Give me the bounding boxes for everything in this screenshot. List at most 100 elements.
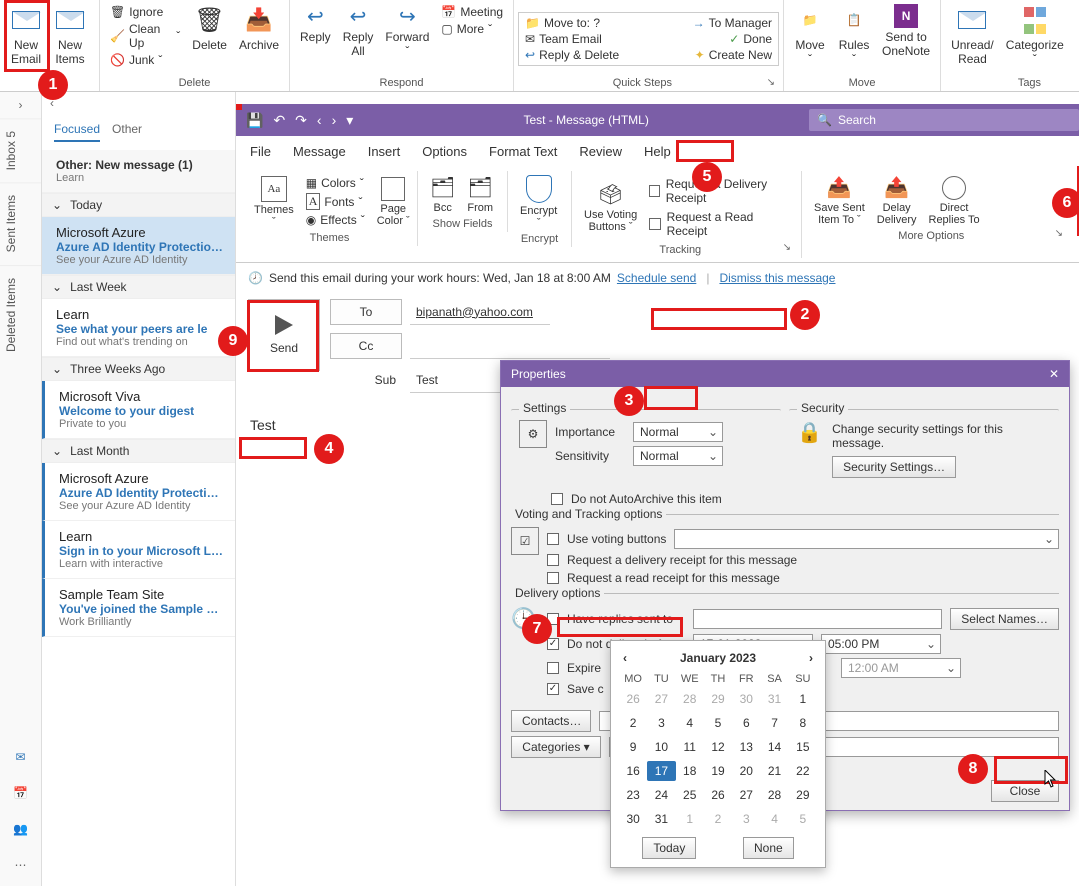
followup-button[interactable]: ⚑Fo: [1070, 2, 1079, 54]
compose-tab-review[interactable]: Review: [577, 142, 624, 161]
themes-button[interactable]: AaThemes ˇ: [248, 174, 300, 230]
encrypt-button[interactable]: Encrypt ˇ: [514, 173, 563, 231]
section-header[interactable]: Today: [42, 193, 235, 217]
moveto-quickstep[interactable]: 📁Move to: ?: [521, 15, 604, 31]
cal-day[interactable]: 26: [619, 689, 647, 709]
cal-day[interactable]: 5: [789, 809, 817, 829]
cal-day[interactable]: 2: [704, 809, 732, 829]
cal-day[interactable]: 17: [647, 761, 675, 781]
expires-time[interactable]: 12:00 AM: [841, 658, 961, 678]
cal-today-button[interactable]: Today: [642, 837, 696, 859]
cal-day[interactable]: 11: [676, 737, 704, 757]
cal-day[interactable]: 28: [676, 689, 704, 709]
cal-day[interactable]: 24: [647, 785, 675, 805]
cal-day[interactable]: 27: [732, 785, 760, 805]
archive-button[interactable]: 📥Archive: [233, 2, 285, 54]
properties-close-icon[interactable]: ✕: [1049, 367, 1059, 381]
request-delivery-checkbox[interactable]: Request a Delivery Receipt: [645, 175, 793, 207]
select-names-button[interactable]: Select Names…: [950, 608, 1059, 630]
cal-day[interactable]: 5: [704, 713, 732, 733]
replydelete-quickstep[interactable]: ↩Reply & Delete: [521, 47, 623, 63]
new-items-button[interactable]: New Items: [48, 2, 92, 68]
send-button[interactable]: Send: [248, 299, 320, 371]
move-button[interactable]: 📁Move ˇ: [788, 2, 832, 68]
not-before-checkbox[interactable]: [547, 638, 559, 650]
page-color-button[interactable]: Page Color ˇ: [371, 175, 416, 229]
cal-day[interactable]: 26: [704, 785, 732, 805]
mail-item[interactable]: Microsoft VivaWelcome to your digestPriv…: [42, 381, 235, 439]
undo-icon[interactable]: ↶: [273, 112, 285, 129]
mail-item[interactable]: LearnSee what your peers are leFind out …: [42, 299, 235, 357]
cal-day[interactable]: 29: [704, 689, 732, 709]
other-banner[interactable]: Other: New message (1) Learn: [42, 150, 235, 193]
ignore-button[interactable]: 🗑Ignore: [106, 4, 184, 20]
importance-dropdown[interactable]: Normal: [633, 422, 723, 442]
request-read-checkbox[interactable]: Request a Read Receipt: [645, 208, 793, 240]
cal-day[interactable]: 3: [647, 713, 675, 733]
cal-day[interactable]: 28: [760, 785, 788, 805]
schedule-send-link[interactable]: Schedule send: [617, 271, 696, 285]
expand-rail-button[interactable]: ›: [0, 92, 41, 118]
dismiss-link[interactable]: Dismiss this message: [719, 271, 835, 285]
not-before-time[interactable]: 05:00 PM: [821, 634, 941, 654]
mail-nav-icon[interactable]: ✉: [11, 748, 31, 766]
autoarchive-checkbox[interactable]: [551, 493, 563, 505]
mail-item[interactable]: Sample Team SiteYou've joined the Sample…: [42, 579, 235, 637]
compose-tab-insert[interactable]: Insert: [366, 142, 403, 161]
colors-button[interactable]: ▦Colorsˇ: [302, 175, 369, 191]
delay-delivery-button[interactable]: 📤Delay Delivery: [871, 173, 923, 228]
delivery-receipt-checkbox[interactable]: [547, 554, 559, 566]
cal-day[interactable]: 25: [676, 785, 704, 805]
categories-button[interactable]: Categories ▾: [511, 736, 601, 758]
cal-day[interactable]: 31: [760, 689, 788, 709]
save-copy-checkbox[interactable]: [547, 683, 559, 695]
compose-tab-format-text[interactable]: Format Text: [487, 142, 559, 161]
delete-button[interactable]: 🗑Delete: [186, 2, 233, 54]
qat-prev-icon[interactable]: ‹: [317, 112, 322, 128]
cal-prev-button[interactable]: ‹: [623, 651, 627, 665]
close-button[interactable]: Close: [991, 780, 1059, 802]
cal-day[interactable]: 27: [647, 689, 675, 709]
cal-day[interactable]: 31: [647, 809, 675, 829]
createnew-quickstep[interactable]: ✦Create New: [691, 47, 776, 63]
cal-day[interactable]: 13: [732, 737, 760, 757]
quicksteps-launcher-icon[interactable]: ↘: [767, 77, 779, 88]
cal-day[interactable]: 29: [789, 785, 817, 805]
compose-tab-help[interactable]: Help: [642, 142, 673, 161]
focused-tab[interactable]: Focused: [54, 122, 100, 142]
cal-day[interactable]: 7: [760, 713, 788, 733]
effects-button[interactable]: ◉Effectsˇ: [302, 212, 369, 228]
voting-button[interactable]: 🗳Use Voting Buttons ˇ: [578, 180, 643, 235]
cal-day[interactable]: 21: [760, 761, 788, 781]
rail-inbox-tab[interactable]: Inbox 5: [0, 118, 41, 182]
save-sent-to-button[interactable]: 📤Save Sent Item To ˇ: [808, 173, 871, 228]
bcc-button[interactable]: 🗂Bcc: [424, 173, 461, 216]
compose-tab-message[interactable]: Message: [291, 142, 348, 161]
reply-all-button[interactable]: ↩Reply All: [337, 2, 380, 60]
from-button[interactable]: 🗂From: [461, 173, 499, 216]
meeting-button[interactable]: 📅Meeting: [437, 4, 507, 20]
read-receipt-checkbox[interactable]: [547, 572, 559, 584]
contacts-button[interactable]: Contacts…: [511, 710, 591, 732]
sensitivity-dropdown[interactable]: Normal: [633, 446, 723, 466]
cal-day[interactable]: 1: [789, 689, 817, 709]
mail-item[interactable]: LearnSign in to your Microsoft L…Learn w…: [42, 521, 235, 579]
cc-button[interactable]: Cc: [330, 333, 402, 359]
cal-none-button[interactable]: None: [743, 837, 794, 859]
cal-day[interactable]: 22: [789, 761, 817, 781]
categorize-button[interactable]: Categorize ˇ: [1000, 2, 1070, 68]
compose-searchbox[interactable]: 🔍 Search: [809, 109, 1079, 131]
cal-day[interactable]: 4: [760, 809, 788, 829]
cleanup-button[interactable]: 🧹Clean Upˇ: [106, 21, 184, 51]
rail-sent-tab[interactable]: Sent Items: [0, 182, 41, 264]
cal-day[interactable]: 3: [732, 809, 760, 829]
teamemail-quickstep[interactable]: ✉Team Email: [521, 31, 606, 47]
section-header[interactable]: Last Week: [42, 275, 235, 299]
collapse-list-button[interactable]: ‹: [42, 92, 235, 114]
cal-day[interactable]: 14: [760, 737, 788, 757]
cal-day[interactable]: 2: [619, 713, 647, 733]
cal-day[interactable]: 16: [619, 761, 647, 781]
cal-day[interactable]: 30: [619, 809, 647, 829]
save-icon[interactable]: 💾: [246, 112, 263, 129]
voting-dropdown[interactable]: [674, 529, 1059, 549]
